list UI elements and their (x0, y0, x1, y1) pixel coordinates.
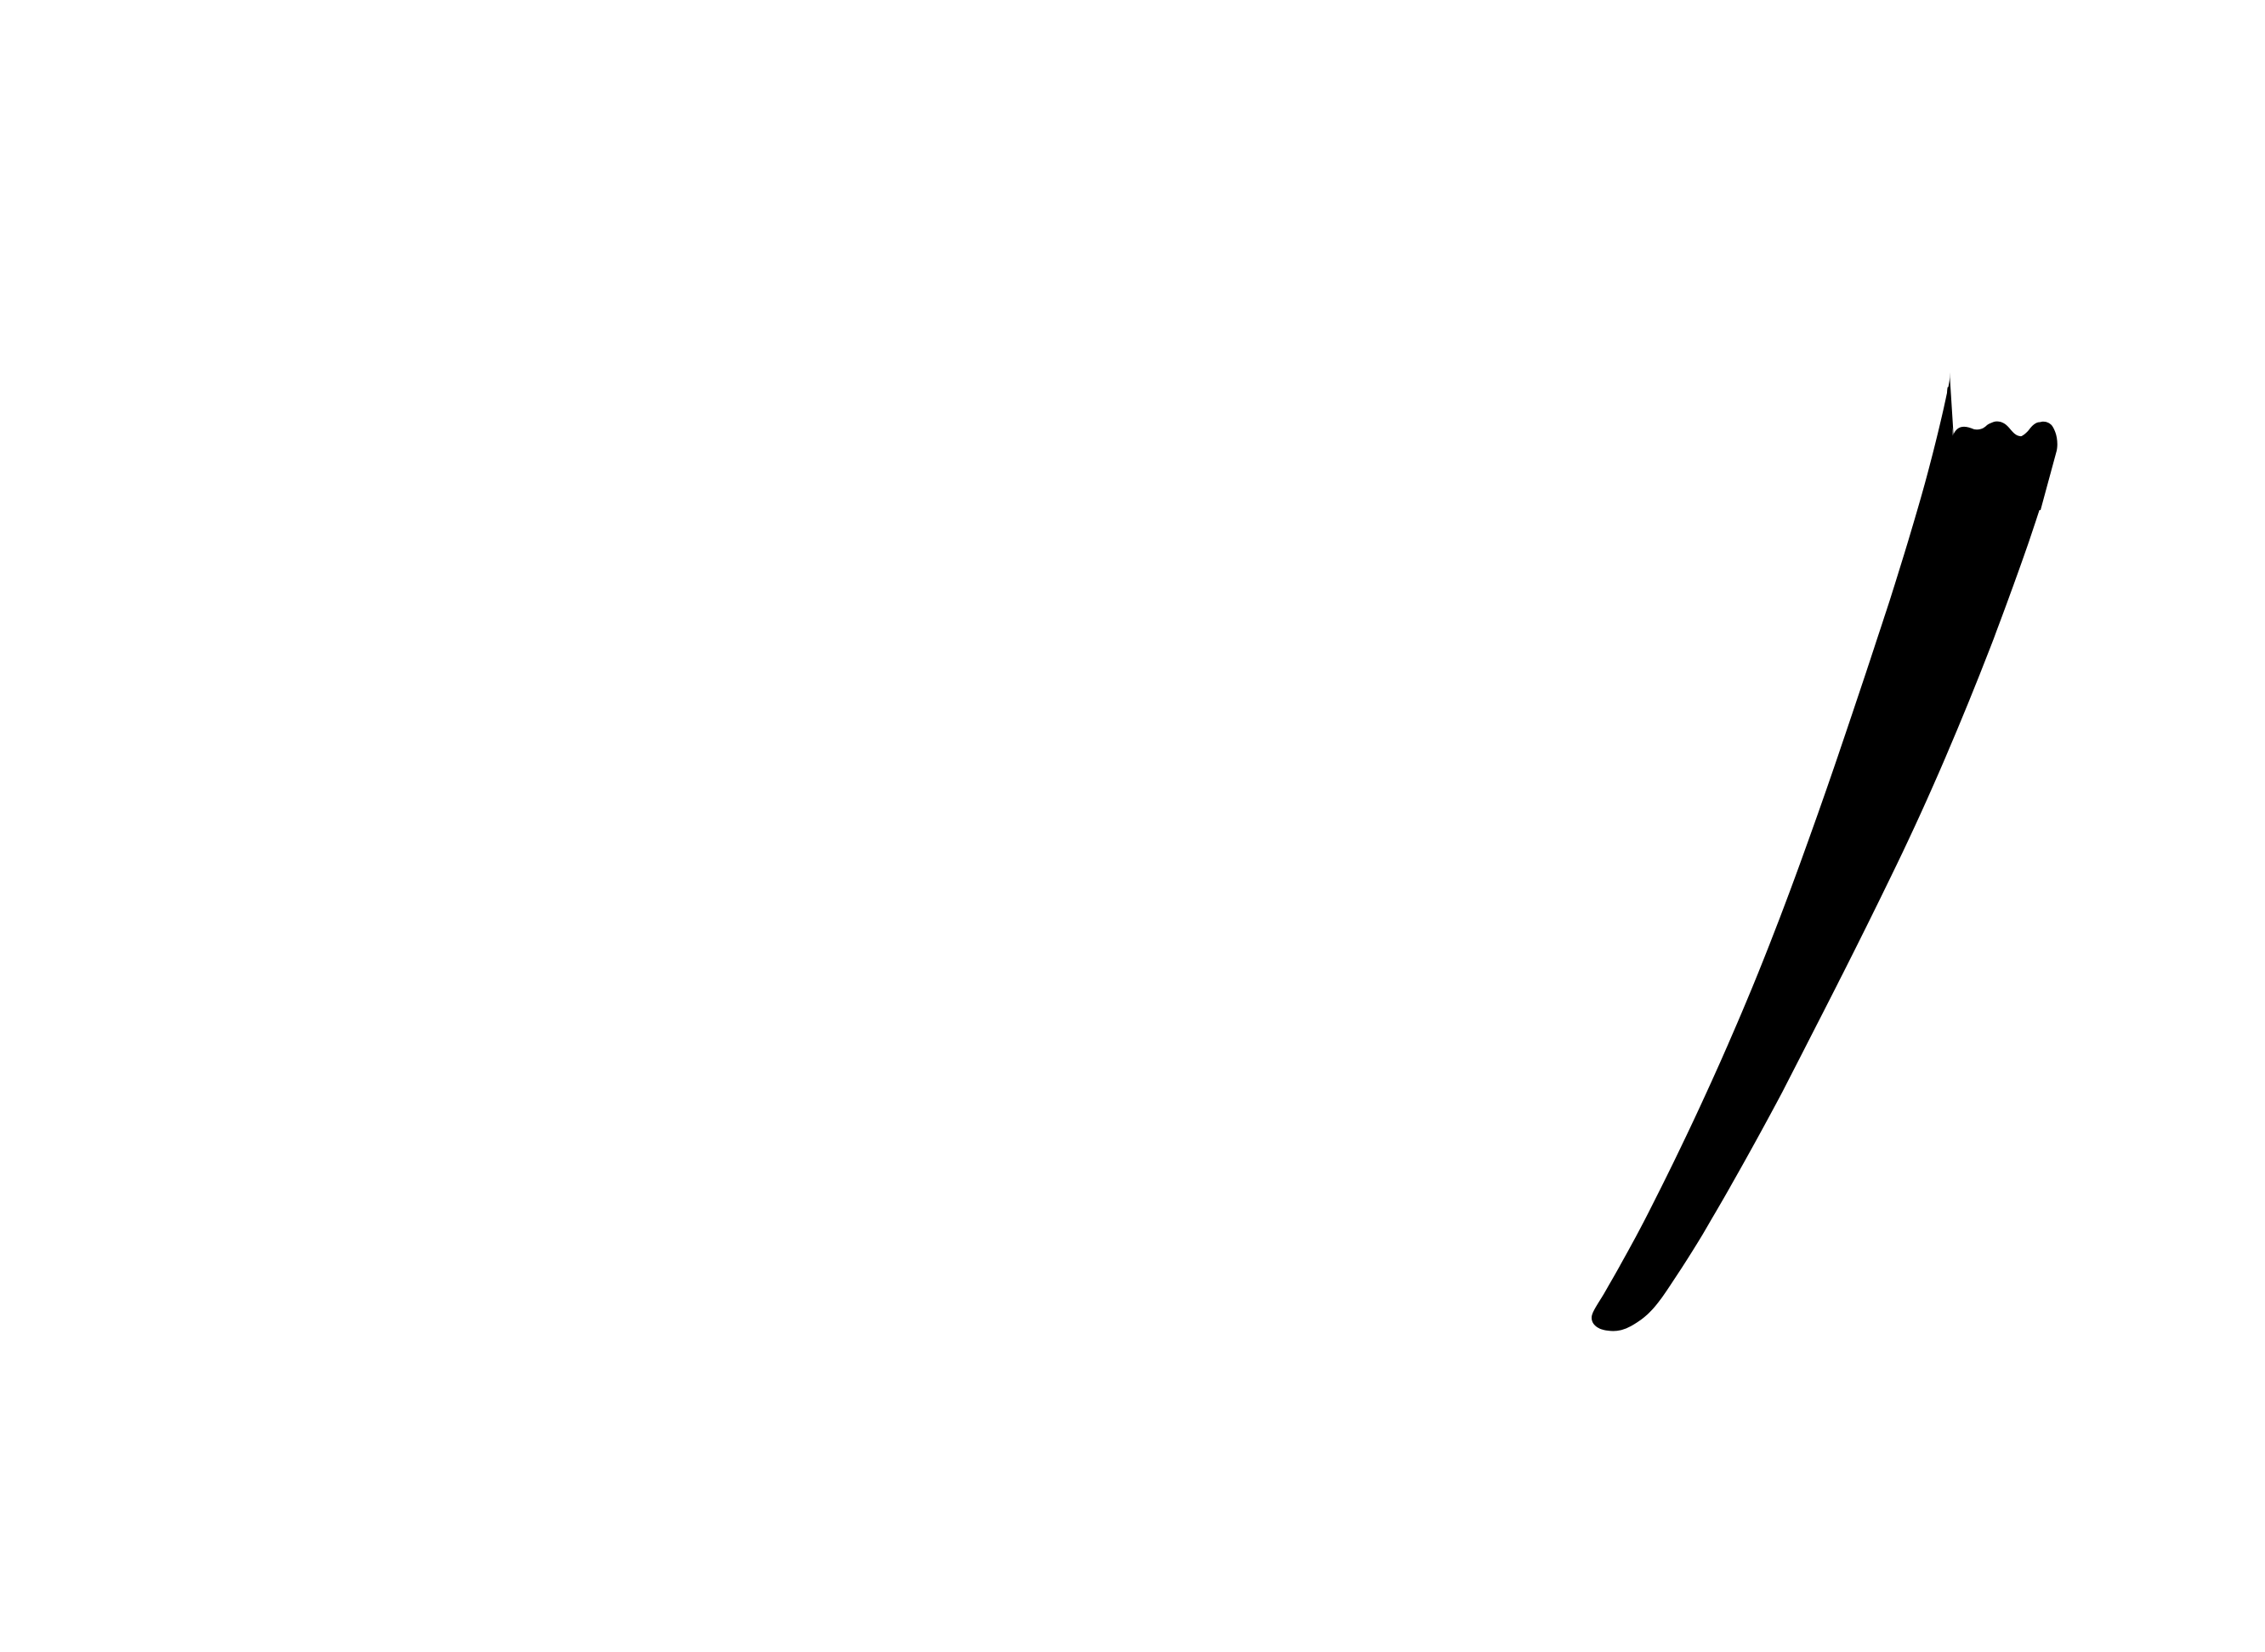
brush-stroke-top (1943, 421, 2058, 510)
stroke-svg (1592, 372, 2058, 1331)
drawing-canvas (0, 0, 2265, 1652)
brush-stroke-mark (1592, 372, 2056, 1331)
